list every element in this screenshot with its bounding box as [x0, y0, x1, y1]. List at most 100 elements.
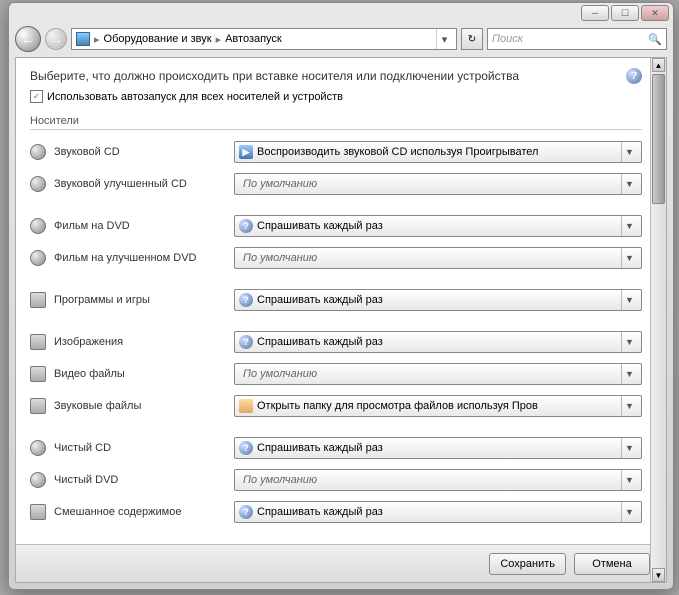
- combo-value: По умолчанию: [243, 252, 617, 264]
- cancel-label: Отмена: [592, 558, 631, 570]
- save-button[interactable]: Сохранить: [489, 553, 566, 575]
- scroll-up-button[interactable]: ▲: [652, 58, 665, 72]
- dvd-icon: [30, 472, 46, 488]
- search-icon: 🔍: [648, 33, 662, 46]
- cancel-button[interactable]: Отмена: [574, 553, 650, 575]
- combo-enhanced-dvd[interactable]: По умолчанию ▼: [234, 247, 642, 269]
- cd-icon: [30, 176, 46, 192]
- play-icon: ▶: [239, 145, 253, 159]
- combo-value: По умолчанию: [243, 178, 617, 190]
- combo-video[interactable]: По умолчанию ▼: [234, 363, 642, 385]
- row-video: Видео файлы По умолчанию ▼: [30, 362, 642, 386]
- combo-software[interactable]: ? Спрашивать каждый раз ▼: [234, 289, 642, 311]
- combo-value: Открыть папку для просмотра файлов испол…: [257, 400, 617, 412]
- chevron-down-icon: ▼: [621, 364, 637, 384]
- combo-value: Спрашивать каждый раз: [257, 220, 617, 232]
- scroll-down-button[interactable]: ▼: [652, 568, 665, 582]
- use-autoplay-checkbox[interactable]: ✓: [30, 90, 43, 103]
- row-mixed: Смешанное содержимое ? Спрашивать каждый…: [30, 500, 642, 524]
- row-label: Фильм на DVD: [54, 220, 234, 232]
- navbar: ← → ▸ Оборудование и звук ▸ Автозапуск ▾…: [9, 23, 673, 55]
- folder-icon: [239, 399, 253, 413]
- breadcrumb-2[interactable]: Автозапуск: [225, 33, 282, 45]
- combo-blank-dvd[interactable]: По умолчанию ▼: [234, 469, 642, 491]
- row-dvd-movie: Фильм на DVD ? Спрашивать каждый раз ▼: [30, 214, 642, 238]
- close-button[interactable]: ✕: [641, 5, 669, 21]
- row-software: Программы и игры ? Спрашивать каждый раз…: [30, 288, 642, 312]
- question-icon: ?: [239, 293, 253, 307]
- row-enhanced-dvd: Фильм на улучшенном DVD По умолчанию ▼: [30, 246, 642, 270]
- combo-value: Воспроизводить звуковой CD используя Про…: [257, 146, 617, 158]
- row-blank-dvd: Чистый DVD По умолчанию ▼: [30, 468, 642, 492]
- video-icon: [30, 366, 46, 382]
- minimize-button[interactable]: ─: [581, 5, 609, 21]
- chevron-down-icon: ▼: [621, 248, 637, 268]
- software-icon: [30, 292, 46, 308]
- row-label: Чистый DVD: [54, 474, 234, 486]
- autoplay-window: ─ ☐ ✕ ← → ▸ Оборудование и звук ▸ Автоза…: [8, 2, 674, 590]
- search-input[interactable]: Поиск 🔍: [487, 28, 667, 50]
- address-bar[interactable]: ▸ Оборудование и звук ▸ Автозапуск ▾: [71, 28, 457, 50]
- combo-mixed[interactable]: ? Спрашивать каждый раз ▼: [234, 501, 642, 523]
- dvd-icon: [30, 218, 46, 234]
- row-label: Смешанное содержимое: [54, 506, 234, 518]
- combo-audio-cd[interactable]: ▶ Воспроизводить звуковой CD используя П…: [234, 141, 642, 163]
- address-dropdown-icon[interactable]: ▾: [436, 29, 452, 49]
- row-label: Видео файлы: [54, 368, 234, 380]
- combo-value: По умолчанию: [243, 474, 617, 486]
- row-pictures: Изображения ? Спрашивать каждый раз ▼: [30, 330, 642, 354]
- breadcrumb-sep-icon: ▸: [94, 33, 100, 46]
- combo-enhanced-audio-cd[interactable]: По умолчанию ▼: [234, 173, 642, 195]
- location-icon: [76, 32, 90, 46]
- cd-icon: [30, 440, 46, 456]
- row-label: Фильм на улучшенном DVD: [54, 252, 234, 264]
- question-icon: ?: [239, 219, 253, 233]
- question-icon: ?: [239, 335, 253, 349]
- maximize-button[interactable]: ☐: [611, 5, 639, 21]
- chevron-down-icon: ▼: [621, 502, 637, 522]
- titlebar: ─ ☐ ✕: [9, 3, 673, 23]
- chevron-down-icon: ▼: [621, 142, 637, 162]
- forward-button[interactable]: →: [45, 28, 67, 50]
- cd-icon: [30, 144, 46, 160]
- row-label: Звуковой CD: [54, 146, 234, 158]
- search-placeholder: Поиск: [492, 33, 523, 45]
- dvd-icon: [30, 250, 46, 266]
- chevron-down-icon: ▼: [621, 470, 637, 490]
- refresh-button[interactable]: ↻: [461, 28, 483, 50]
- combo-audio-files[interactable]: Открыть папку для просмотра файлов испол…: [234, 395, 642, 417]
- chevron-down-icon: ▼: [621, 332, 637, 352]
- combo-dvd-movie[interactable]: ? Спрашивать каждый раз ▼: [234, 215, 642, 237]
- row-label: Программы и игры: [54, 294, 234, 306]
- client-area: Выберите, что должно происходить при вст…: [15, 57, 667, 583]
- combo-value: Спрашивать каждый раз: [257, 294, 617, 306]
- breadcrumb-1[interactable]: Оборудование и звук: [104, 33, 212, 45]
- breadcrumb-sep-icon: ▸: [216, 33, 222, 46]
- content-pane: Выберите, что должно происходить при вст…: [16, 58, 666, 544]
- chevron-down-icon: ▼: [621, 174, 637, 194]
- question-icon: ?: [239, 505, 253, 519]
- chevron-down-icon: ▼: [621, 438, 637, 458]
- combo-value: По умолчанию: [243, 368, 617, 380]
- audio-files-icon: [30, 398, 46, 414]
- row-label: Звуковые файлы: [54, 400, 234, 412]
- combo-value: Спрашивать каждый раз: [257, 442, 617, 454]
- row-label: Звуковой улучшенный CD: [54, 178, 234, 190]
- row-blank-cd: Чистый CD ? Спрашивать каждый раз ▼: [30, 436, 642, 460]
- scroll-thumb[interactable]: [652, 74, 665, 204]
- row-audio-cd: Звуковой CD ▶ Воспроизводить звуковой CD…: [30, 140, 642, 164]
- row-label: Изображения: [54, 336, 234, 348]
- combo-value: Спрашивать каждый раз: [257, 336, 617, 348]
- row-enhanced-audio-cd: Звуковой улучшенный CD По умолчанию ▼: [30, 172, 642, 196]
- chevron-down-icon: ▼: [621, 216, 637, 236]
- combo-value: Спрашивать каждый раз: [257, 506, 617, 518]
- help-icon[interactable]: ?: [626, 68, 642, 84]
- combo-pictures[interactable]: ? Спрашивать каждый раз ▼: [234, 331, 642, 353]
- back-button[interactable]: ←: [15, 26, 41, 52]
- scrollbar[interactable]: ▲ ▼: [650, 58, 666, 582]
- use-autoplay-label: Использовать автозапуск для всех носител…: [47, 91, 343, 103]
- page-heading: Выберите, что должно происходить при вст…: [30, 69, 519, 83]
- save-label: Сохранить: [500, 558, 555, 570]
- combo-blank-cd[interactable]: ? Спрашивать каждый раз ▼: [234, 437, 642, 459]
- chevron-down-icon: ▼: [621, 290, 637, 310]
